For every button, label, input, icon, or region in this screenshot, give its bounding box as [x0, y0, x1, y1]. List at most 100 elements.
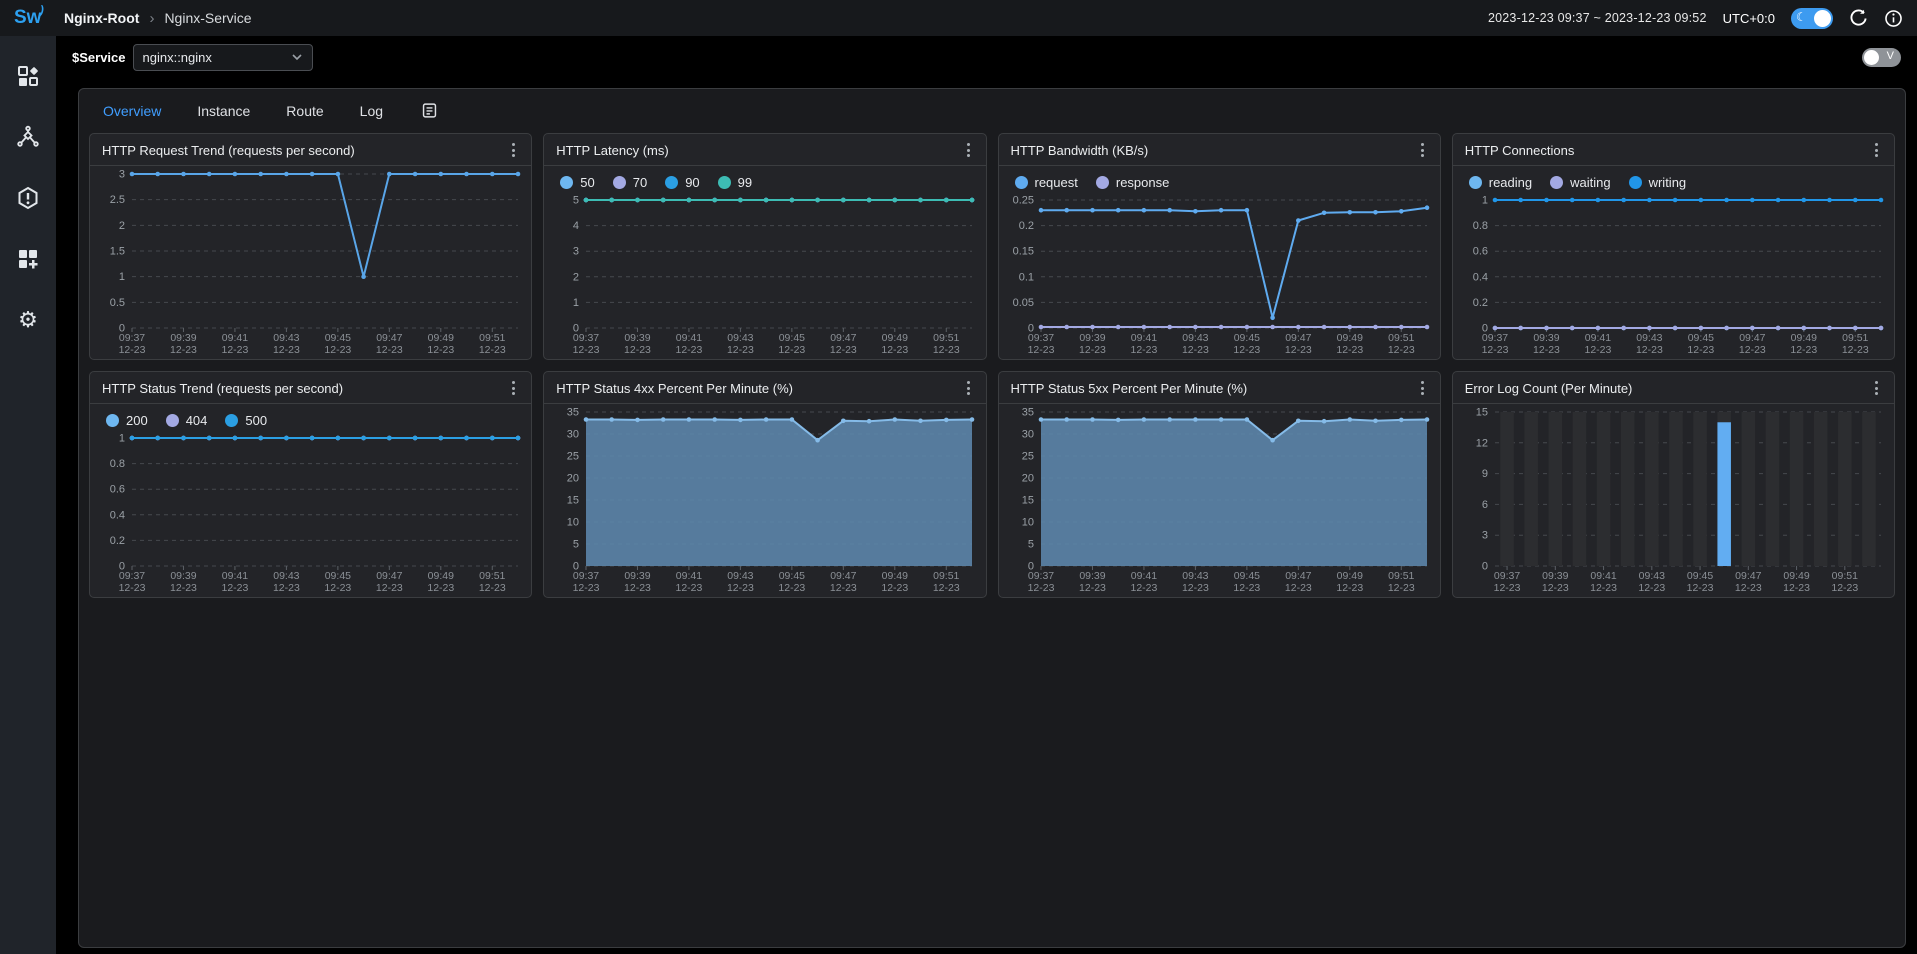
sidebar-item-marketplace[interactable]	[14, 245, 42, 273]
svg-text:3: 3	[1482, 530, 1488, 542]
chart-title: HTTP Status 4xx Percent Per Minute (%)	[556, 381, 793, 396]
legend-item[interactable]: 99	[718, 175, 752, 190]
svg-text:1.5: 1.5	[110, 246, 125, 258]
svg-text:09:4912-23: 09:4912-23	[882, 332, 909, 356]
svg-text:09:3712-23: 09:3712-23	[573, 570, 600, 594]
dark-mode-toggle[interactable]: ☾	[1791, 8, 1833, 29]
svg-text:0.2: 0.2	[1018, 220, 1033, 232]
svg-text:09:4712-23: 09:4712-23	[830, 332, 857, 356]
legend-item[interactable]: reading	[1469, 175, 1532, 190]
time-range-picker[interactable]: 2023-12-23 09:37 ~ 2023-12-23 09:52	[1488, 11, 1707, 25]
sidebar: ⚙	[0, 36, 56, 954]
card-menu-button[interactable]	[1871, 141, 1882, 159]
legend-dot-icon	[1629, 176, 1642, 189]
toggle-knob	[1814, 10, 1831, 27]
legend-item[interactable]: writing	[1629, 175, 1687, 190]
svg-text:9: 9	[1482, 468, 1488, 480]
svg-text:5: 5	[573, 195, 579, 207]
legend-label: 90	[685, 175, 699, 190]
chart-card-header: HTTP Status 4xx Percent Per Minute (%)	[544, 372, 985, 404]
card-menu-button[interactable]	[963, 379, 974, 397]
svg-text:0.8: 0.8	[110, 458, 125, 470]
legend-dot-icon	[166, 414, 179, 427]
svg-text:5: 5	[1027, 539, 1033, 551]
svg-text:0.5: 0.5	[110, 297, 125, 309]
card-menu-button[interactable]	[508, 141, 519, 159]
svg-text:09:4112-23: 09:4112-23	[676, 570, 703, 594]
refresh-button[interactable]	[1849, 9, 1868, 28]
breadcrumb-root[interactable]: Nginx-Root	[64, 10, 139, 26]
svg-text:09:4112-23: 09:4112-23	[222, 570, 249, 594]
legend-item[interactable]: 90	[665, 175, 699, 190]
svg-text:09:3712-23: 09:3712-23	[1481, 332, 1508, 356]
svg-text:0.6: 0.6	[1472, 246, 1487, 258]
legend-item[interactable]: 70	[613, 175, 647, 190]
card-menu-button[interactable]	[508, 379, 519, 397]
tab-instance[interactable]: Instance	[197, 103, 250, 119]
svg-text:09:3712-23: 09:3712-23	[119, 570, 146, 594]
svg-text:09:4512-23: 09:4512-23	[1687, 332, 1714, 356]
tab-route[interactable]: Route	[286, 103, 323, 119]
card-menu-button[interactable]	[1417, 379, 1428, 397]
legend-label: response	[1116, 175, 1169, 190]
sidebar-item-settings[interactable]: ⚙	[14, 306, 42, 334]
legend-dot-icon	[225, 414, 238, 427]
svg-text:09:3912-23: 09:3912-23	[170, 332, 197, 356]
breadcrumb: Nginx-Root › Nginx-Service	[64, 10, 252, 27]
svg-text:09:3912-23: 09:3912-23	[624, 570, 651, 594]
svg-text:30: 30	[567, 429, 579, 441]
svg-text:09:3712-23: 09:3712-23	[573, 332, 600, 356]
skywalking-logo[interactable]: Sw)	[14, 7, 56, 29]
info-button[interactable]	[1884, 9, 1903, 28]
tab-log[interactable]: Log	[360, 103, 383, 119]
legend-dot-icon	[1096, 176, 1109, 189]
svg-text:09:4912-23: 09:4912-23	[1336, 570, 1363, 594]
breadcrumb-current[interactable]: Nginx-Service	[164, 10, 251, 26]
svg-text:09:4112-23: 09:4112-23	[676, 332, 703, 356]
legend-item[interactable]: waiting	[1550, 175, 1610, 190]
svg-text:09:4912-23: 09:4912-23	[1336, 332, 1363, 356]
svg-text:1: 1	[119, 271, 125, 283]
sidebar-item-topology[interactable]	[14, 123, 42, 151]
chart-canvas: 0369121509:3712-2309:3912-2309:4112-2309…	[1453, 404, 1893, 596]
legend-item[interactable]: 500	[225, 413, 267, 428]
chart-card: HTTP Status 4xx Percent Per Minute (%) 0…	[543, 371, 986, 598]
version-toggle-label: V	[1887, 50, 1894, 62]
timezone-label[interactable]: UTC+0:0	[1723, 11, 1775, 26]
svg-text:0.2: 0.2	[110, 535, 125, 547]
tab-bar: Overview Instance Route Log	[79, 89, 1905, 123]
chart-card: HTTP Status Trend (requests per second) …	[89, 371, 532, 598]
card-menu-button[interactable]	[1871, 379, 1882, 397]
chart-card-header: HTTP Connections	[1453, 134, 1894, 166]
legend-item[interactable]: response	[1096, 175, 1169, 190]
legend-label: 99	[738, 175, 752, 190]
sidebar-item-dashboards[interactable]	[14, 62, 42, 90]
legend-item[interactable]: 50	[560, 175, 594, 190]
chart-card: HTTP Connections reading waiting writing 0…	[1452, 133, 1895, 360]
svg-text:09:4112-23: 09:4112-23	[1130, 332, 1157, 356]
alerting-icon	[16, 186, 40, 210]
chart-card: Error Log Count (Per Minute) 0369121509:…	[1452, 371, 1895, 598]
card-menu-button[interactable]	[1417, 141, 1428, 159]
legend-item[interactable]: 404	[166, 413, 208, 428]
legend-label: 70	[633, 175, 647, 190]
version-toggle[interactable]: V	[1862, 48, 1901, 67]
tab-tools-button[interactable]	[421, 102, 438, 119]
svg-text:10: 10	[1021, 517, 1033, 529]
svg-text:09:3912-23: 09:3912-23	[624, 332, 651, 356]
tab-overview[interactable]: Overview	[103, 103, 161, 119]
chart-canvas: 0510152025303509:3712-2309:3912-2309:411…	[544, 404, 984, 596]
legend-item[interactable]: 200	[106, 413, 148, 428]
chart-title: HTTP Status Trend (requests per second)	[102, 381, 343, 396]
svg-text:09:4312-23: 09:4312-23	[1636, 332, 1663, 356]
chart-card: HTTP Request Trend (requests per second)…	[89, 133, 532, 360]
card-menu-button[interactable]	[963, 141, 974, 159]
svg-text:09:4312-23: 09:4312-23	[1638, 570, 1665, 594]
top-header: Sw) Nginx-Root › Nginx-Service 2023-12-2…	[0, 0, 1917, 36]
legend-item[interactable]: request	[1015, 175, 1078, 190]
service-select[interactable]: nginx::nginx	[133, 44, 313, 71]
svg-text:15: 15	[1476, 407, 1488, 419]
svg-text:15: 15	[1021, 495, 1033, 507]
sidebar-item-alerting[interactable]	[14, 184, 42, 212]
chart-legend: 50 70 90 99	[544, 166, 985, 192]
